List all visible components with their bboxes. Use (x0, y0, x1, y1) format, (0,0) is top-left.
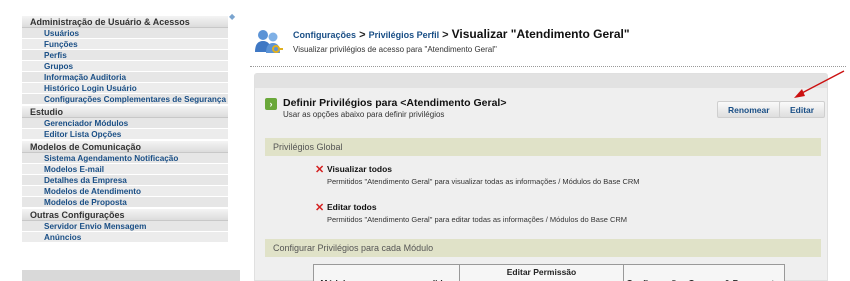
breadcrumb-separator: > (356, 29, 369, 41)
table-header-fields-tools: Configurações Campos & Ferramentas (624, 265, 786, 281)
sidebar-item[interactable]: Sistema Agendamento Notificação (22, 153, 228, 164)
sidebar: Administração de Usuário & Acessos Usuári… (22, 14, 228, 264)
module-privileges-header: Configurar Privilégios para cada Módulo (265, 239, 821, 257)
table-header-edit-permission: Editar Permissão (460, 265, 624, 281)
breadcrumb-link-configuracoes[interactable]: Configurações (293, 30, 356, 40)
global-privileges-header: Privilégios Global (265, 138, 821, 156)
page-subtitle: Visualizar privilégios de acesso para "A… (293, 45, 497, 54)
sidebar-item[interactable]: Editor Lista Opções (22, 129, 228, 140)
page-title: Visualizar "Atendimento Geral" (451, 27, 630, 41)
sidebar-section-title: Estudio (22, 106, 228, 118)
permission-title: Editar todos (327, 202, 377, 212)
permission-title: Visualizar todos (327, 164, 393, 174)
section-subtitle: Usar as opções abaixo para definir privi… (283, 110, 445, 119)
sidebar-item[interactable]: Modelos de Proposta (22, 197, 228, 208)
breadcrumb-link-privilegios-perfil[interactable]: Privilégios Perfil (369, 30, 440, 40)
sidebar-item[interactable]: Detalhes da Empresa (22, 175, 228, 186)
sidebar-item[interactable]: Perfis (22, 50, 228, 61)
sidebar-item[interactable]: Configurações Complementares de Seguranç… (22, 94, 228, 105)
sidebar-section-items: Sistema Agendamento Notificação Modelos E… (22, 153, 228, 208)
sidebar-section-title: Administração de Usuário & Acessos (22, 16, 228, 28)
sidebar-item[interactable]: Grupos (22, 61, 228, 72)
page-header: Configurações > Privilégios Perfil > Vis… (248, 22, 846, 68)
breadcrumb: Configurações > Privilégios Perfil > Vis… (293, 27, 630, 41)
denied-x-icon: ✕ (315, 164, 325, 176)
permission-description: Permitidos "Atendimento Geral" para visu… (327, 177, 640, 186)
arrow-right-icon: › (265, 98, 277, 110)
sidebar-section-title: Outras Configurações (22, 209, 228, 221)
breadcrumb-separator: > (439, 29, 452, 41)
annotation-arrow (794, 70, 845, 98)
permission-description: Permitidos "Atendimento Geral" para edit… (327, 215, 628, 224)
sidebar-item[interactable]: Informação Auditoria (22, 72, 228, 83)
sidebar-item[interactable]: Usuários (22, 28, 228, 39)
sidebar-item[interactable]: Gerenciador Módulos (22, 118, 228, 129)
collapse-sidebar-icon[interactable]: ◆ (229, 13, 237, 21)
denied-x-icon: ✕ (315, 202, 325, 214)
module-privileges-table: Módulos para serem concedidos Editar Per… (313, 264, 785, 281)
header-divider (250, 66, 846, 67)
sidebar-item[interactable]: Histórico Login Usuário (22, 83, 228, 94)
panel-top-band (255, 74, 827, 88)
sidebar-item[interactable]: Funções (22, 39, 228, 50)
privileges-panel: › Definir Privilégios para <Atendimento … (254, 73, 828, 281)
sidebar-section-title: Modelos de Comunicação (22, 141, 228, 153)
sidebar-section-items: Usuários Funções Perfis Grupos Informação Au… (22, 28, 228, 105)
sidebar-section-items: Gerenciador Módulos Editor Lista Opções (22, 118, 228, 140)
section-title: Definir Privilégios para <Atendimento Ge… (283, 97, 507, 109)
sidebar-footer-bar (22, 270, 240, 281)
table-header-modules: Módulos para serem concedidos (314, 265, 460, 281)
sidebar-item[interactable]: Servidor Envio Mensagem (22, 221, 228, 232)
sidebar-section-items: Servidor Envio Mensagem Anúncios (22, 221, 228, 243)
sidebar-item[interactable]: Anúncios (22, 232, 228, 243)
rename-button[interactable]: Renomear (717, 101, 781, 118)
edit-button[interactable]: Editar (779, 101, 826, 118)
sidebar-item[interactable]: Modelos E-mail (22, 164, 228, 175)
sidebar-item[interactable]: Modelos de Atendimento (22, 186, 228, 197)
users-key-icon (255, 30, 283, 53)
